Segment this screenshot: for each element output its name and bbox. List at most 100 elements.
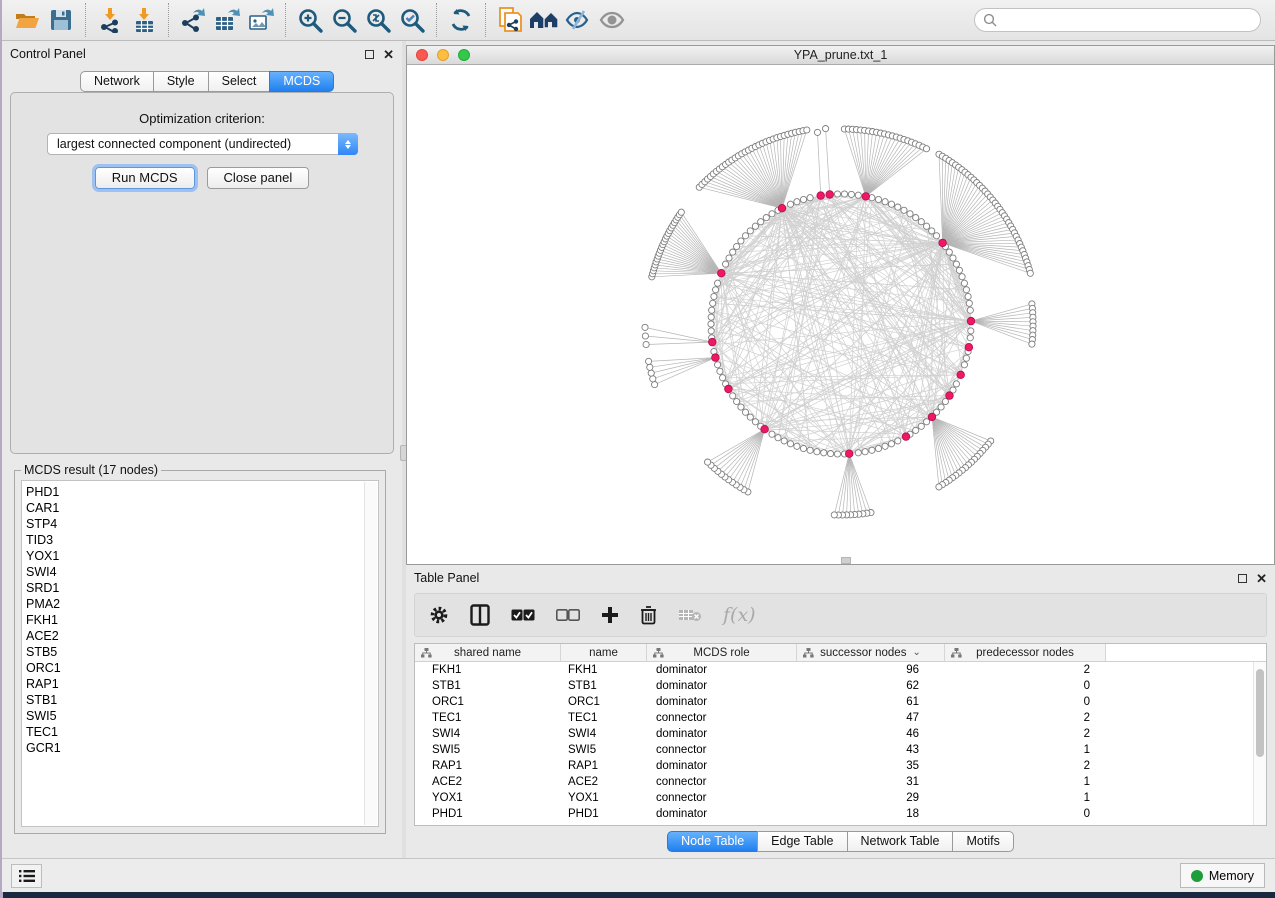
refresh-layout-button[interactable]: [444, 3, 478, 37]
tab-node-table[interactable]: Node Table: [667, 831, 758, 852]
mcds-result-item[interactable]: RAP1: [26, 676, 378, 692]
task-history-button[interactable]: [11, 864, 42, 888]
split-panel-button[interactable]: [470, 604, 490, 626]
mcds-result-legend: MCDS result (17 nodes): [21, 463, 161, 477]
table-cell: 46: [797, 726, 945, 742]
import-network-button[interactable]: [93, 3, 127, 37]
tab-select[interactable]: Select: [208, 71, 271, 92]
optimization-criterion-select[interactable]: largest connected component (undirected): [47, 133, 358, 155]
network-view-window: YPA_prune.txt_1: [406, 45, 1275, 565]
table-cell: connector: [647, 774, 797, 790]
table-cell: 61: [797, 694, 945, 710]
tab-motifs[interactable]: Motifs: [952, 831, 1013, 852]
mcds-result-item[interactable]: GCR1: [26, 740, 378, 756]
function-builder-button[interactable]: f(x): [723, 604, 756, 626]
mcds-result-item[interactable]: YOX1: [26, 548, 378, 564]
select-all-button[interactable]: [511, 609, 535, 621]
mcds-result-item[interactable]: PHD1: [26, 484, 378, 500]
export-image-button[interactable]: [244, 3, 278, 37]
column-header-successor-nodes[interactable]: successor nodes ⌄: [797, 644, 945, 661]
network-resize-grip[interactable]: [841, 557, 851, 564]
table-row[interactable]: RAP1RAP1dominator352: [415, 758, 1253, 774]
table-row[interactable]: ORC1ORC1dominator610: [415, 694, 1253, 710]
mcds-result-item[interactable]: ACE2: [26, 628, 378, 644]
trash-icon: [640, 605, 657, 625]
mcds-result-item[interactable]: FKH1: [26, 612, 378, 628]
table-row[interactable]: STB1STB1dominator620: [415, 678, 1253, 694]
zoom-out-button[interactable]: [327, 3, 361, 37]
tab-network[interactable]: Network: [80, 71, 154, 92]
add-column-button[interactable]: [601, 606, 619, 624]
first-neighbors-button[interactable]: [527, 3, 561, 37]
table-cell: dominator: [647, 662, 797, 678]
table-cell: 47: [797, 710, 945, 726]
column-header-predecessor-nodes[interactable]: predecessor nodes: [945, 644, 1106, 661]
attribute-type-icon: [653, 648, 664, 658]
memory-button[interactable]: Memory: [1180, 863, 1265, 888]
show-all-button[interactable]: [595, 3, 629, 37]
mcds-result-item[interactable]: TEC1: [26, 724, 378, 740]
mcds-result-item[interactable]: STB5: [26, 644, 378, 660]
tab-network-table[interactable]: Network Table: [847, 831, 954, 852]
close-panel-icon[interactable]: ✕: [383, 50, 394, 59]
table-row[interactable]: SWI5SWI5connector431: [415, 742, 1253, 758]
search-input[interactable]: [997, 13, 1252, 27]
mcds-result-item[interactable]: TID3: [26, 532, 378, 548]
deselect-all-button[interactable]: [556, 609, 580, 621]
export-network-button[interactable]: [176, 3, 210, 37]
mcds-list-scrollbar[interactable]: [364, 482, 377, 825]
network-graph[interactable]: [407, 65, 1274, 564]
table-cell: STB1: [561, 678, 647, 694]
mcds-result-item[interactable]: STB1: [26, 692, 378, 708]
zoom-fit-button[interactable]: [361, 3, 395, 37]
save-session-button[interactable]: [44, 3, 78, 37]
column-header-mcds-role[interactable]: MCDS role: [647, 644, 797, 661]
zoom-selected-button[interactable]: [395, 3, 429, 37]
float-panel-icon[interactable]: [1238, 574, 1247, 583]
float-panel-icon[interactable]: [365, 50, 374, 59]
duplicate-network-button[interactable]: [493, 3, 527, 37]
scrollbar-thumb[interactable]: [1256, 669, 1264, 757]
export-table-button[interactable]: [210, 3, 244, 37]
tab-style[interactable]: Style: [153, 71, 209, 92]
table-row[interactable]: FKH1FKH1dominator962: [415, 662, 1253, 678]
export-table-icon: [214, 7, 240, 33]
network-canvas[interactable]: [407, 65, 1274, 564]
mcds-tab-content: Optimization criterion: largest connecte…: [10, 92, 394, 454]
toolbar-separator: [85, 3, 86, 37]
table-cell: FKH1: [415, 662, 561, 678]
table-row[interactable]: TEC1TEC1connector472: [415, 710, 1253, 726]
table-row[interactable]: SWI4SWI4dominator462: [415, 726, 1253, 742]
network-titlebar[interactable]: YPA_prune.txt_1: [407, 46, 1274, 65]
close-panel-icon[interactable]: ✕: [1256, 574, 1267, 583]
tab-mcds[interactable]: MCDS: [269, 71, 334, 92]
mcds-result-item[interactable]: SRD1: [26, 580, 378, 596]
delete-table-button[interactable]: [678, 608, 702, 622]
mcds-result-list[interactable]: PHD1CAR1STP4TID3YOX1SWI4SRD1PMA2FKH1ACE2…: [21, 480, 379, 827]
table-cell: connector: [647, 710, 797, 726]
mcds-result-item[interactable]: STP4: [26, 516, 378, 532]
run-mcds-button[interactable]: Run MCDS: [95, 167, 195, 189]
zoom-in-button[interactable]: [293, 3, 327, 37]
import-table-button[interactable]: [127, 3, 161, 37]
hide-selected-button[interactable]: [561, 3, 595, 37]
mcds-result-item[interactable]: SWI4: [26, 564, 378, 580]
table-scrollbar[interactable]: [1253, 662, 1266, 825]
mcds-result-item[interactable]: ORC1: [26, 660, 378, 676]
table-cell: 1: [945, 774, 1106, 790]
table-settings-button[interactable]: [429, 605, 449, 625]
close-panel-button[interactable]: Close panel: [207, 167, 310, 189]
tab-edge-table[interactable]: Edge Table: [757, 831, 847, 852]
table-cell: 62: [797, 678, 945, 694]
column-header-shared-name[interactable]: shared name: [415, 644, 561, 661]
delete-column-button[interactable]: [640, 605, 657, 625]
table-row[interactable]: PHD1PHD1dominator180: [415, 806, 1253, 822]
table-row[interactable]: YOX1YOX1connector291: [415, 790, 1253, 806]
open-session-button[interactable]: [10, 3, 44, 37]
table-row[interactable]: ACE2ACE2connector311: [415, 774, 1253, 790]
mcds-result-item[interactable]: PMA2: [26, 596, 378, 612]
table-panel-title: Table Panel: [414, 571, 479, 585]
column-header-name[interactable]: name: [561, 644, 647, 661]
mcds-result-item[interactable]: SWI5: [26, 708, 378, 724]
mcds-result-item[interactable]: CAR1: [26, 500, 378, 516]
